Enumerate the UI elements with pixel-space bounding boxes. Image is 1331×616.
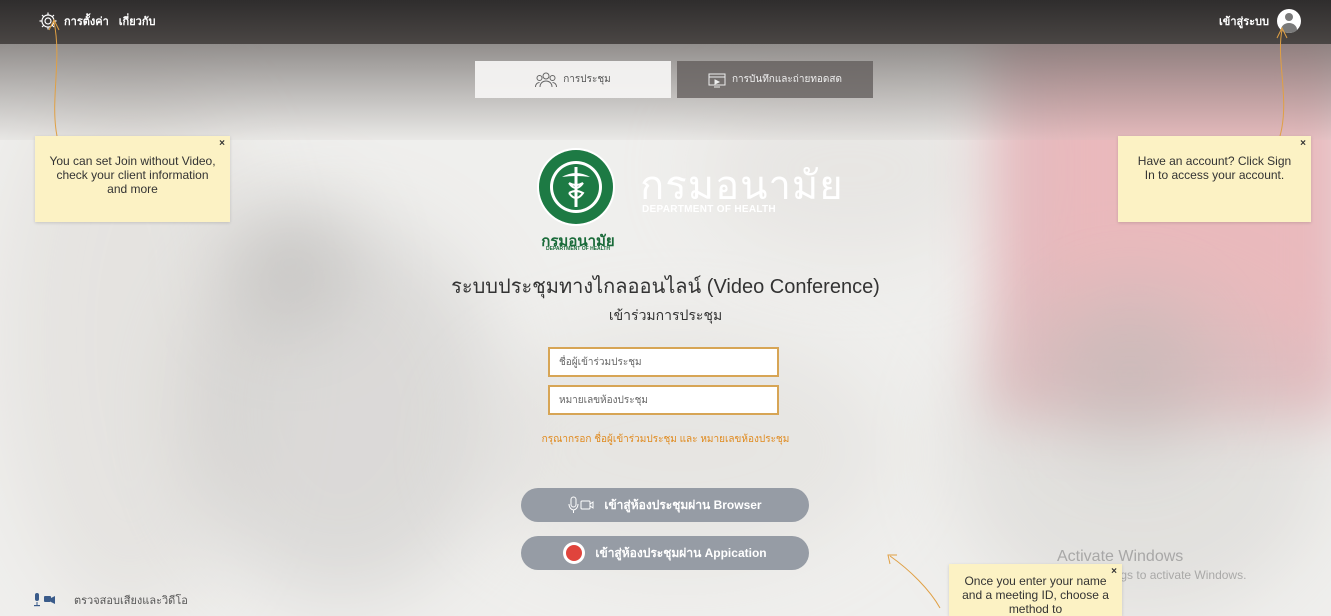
signin-tooltip: × Have an account? Click Sign In to acce… xyxy=(1118,136,1311,222)
top-bar-left: การตั้งค่า เกี่ยวกับ xyxy=(38,11,155,31)
page-subtitle: เข้าร่วมการประชุม xyxy=(608,307,723,323)
close-icon[interactable]: × xyxy=(219,137,225,151)
avatar-icon[interactable] xyxy=(1277,9,1301,33)
settings-link[interactable]: การตั้งค่า xyxy=(64,12,109,30)
join-via-app-label: เข้าสู่ห้องประชุมผ่าน Appication xyxy=(595,545,767,560)
join-via-browser-button[interactable]: เข้าสู่ห้องประชุมผ่าน Browser xyxy=(521,488,809,522)
page-title: ระบบประชุมทางไกลออนไลน์ (Video Conferenc… xyxy=(451,276,880,298)
join-via-app-button[interactable]: เข้าสู่ห้องประชุมผ่าน Appication xyxy=(521,536,809,570)
form-hint: กรุณากรอก ชื่อผู้เข้าร่วมประชุม และ หมาย… xyxy=(541,434,790,445)
top-bar: การตั้งค่า เกี่ยวกับ เข้าสู่ระบบ xyxy=(0,0,1331,44)
meeting-id-input[interactable] xyxy=(548,385,779,415)
tab-recording[interactable]: การบันทึกและถ่ายทอดสด xyxy=(677,61,873,98)
close-icon[interactable]: × xyxy=(1300,137,1306,151)
signin-tooltip-text: Have an account? Click Sign In to access… xyxy=(1137,154,1292,182)
broadcast-screen-icon xyxy=(708,73,726,87)
mic-camera-icon xyxy=(34,593,55,607)
join-tooltip: × Once you enter your name and a meeting… xyxy=(949,564,1122,616)
join-via-browser-label: เข้าสู่ห้องประชุมผ่าน Browser xyxy=(604,497,762,512)
app-icon xyxy=(563,542,586,564)
av-check-link[interactable]: ตรวจสอบเสียงและวิดีโอ xyxy=(32,591,188,609)
tab-meeting-label: การประชุม xyxy=(563,74,611,85)
gear-icon[interactable] xyxy=(38,11,58,31)
close-icon[interactable]: × xyxy=(1111,565,1117,579)
people-icon xyxy=(535,72,558,87)
about-link[interactable]: เกี่ยวกับ xyxy=(119,12,156,30)
mic-camera-icon xyxy=(568,496,594,513)
brand-english-title: DEPARTMENT OF HEALTH xyxy=(642,204,776,215)
ministry-seal-logo xyxy=(537,148,615,226)
av-check-label: ตรวจสอบเสียงและวิดีโอ xyxy=(74,595,188,607)
top-bar-right: เข้าสู่ระบบ xyxy=(1219,9,1301,33)
signin-link[interactable]: เข้าสู่ระบบ xyxy=(1219,12,1269,30)
tab-meeting[interactable]: การประชุม xyxy=(475,61,671,98)
settings-tooltip: × You can set Join without Video, check … xyxy=(35,136,230,222)
logo-english-name: DEPARTMENT OF HEALTH xyxy=(546,246,610,252)
tab-recording-label: การบันทึกและถ่ายทอดสด xyxy=(731,74,843,85)
tab-bar: การประชุม การบันทึกและถ่ายทอดสด xyxy=(475,61,873,98)
participant-name-input[interactable] xyxy=(548,347,779,377)
settings-tooltip-text: You can set Join without Video, check yo… xyxy=(49,154,216,196)
join-tooltip-text: Once you enter your name and a meeting I… xyxy=(962,574,1109,616)
